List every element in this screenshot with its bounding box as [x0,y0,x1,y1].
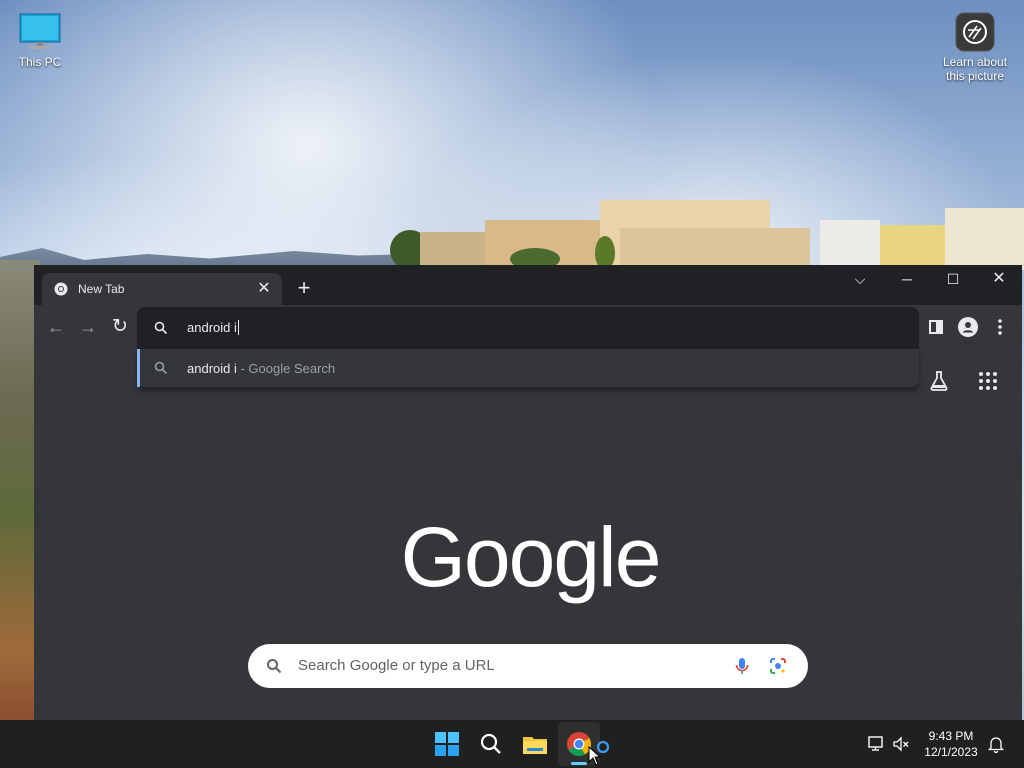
volume-muted-icon[interactable] [891,734,911,754]
tab-close-icon[interactable]: ✕ [254,279,274,299]
clock-date: 12/1/2023 [924,745,978,759]
forward-button[interactable]: → [76,315,100,339]
reload-button[interactable]: ↻ [108,315,132,339]
chrome-window: New Tab ✕ + ⌵ ─ ☐ ✕ ← → ↻ Google Search … [34,265,1022,720]
google-search-box[interactable]: Search Google or type a URL [248,644,808,688]
google-apps-icon[interactable] [976,369,1000,393]
start-windows-icon[interactable] [431,728,463,760]
desktop-icon-this-pc[interactable]: This PC [0,12,80,69]
suggestion-text: android i - Google Search [187,361,336,376]
chrome-active-indicator [571,762,587,765]
desktop-icon-learn-about-picture[interactable]: Learn about this picture [935,12,1015,83]
side-panel-icon[interactable] [924,315,948,339]
clock-time: 9:43 PM [928,729,974,743]
desktop-icon-label: This PC [18,55,62,69]
text-caret [237,320,239,335]
suggestion-subtext: - Google Search [236,361,336,376]
system-clock[interactable]: 9:43 PM 12/1/2023 [916,728,986,760]
omnibox-suggestion-row[interactable]: android i - Google Search [137,349,919,387]
new-tab-button[interactable]: + [292,277,316,301]
maximize-button[interactable]: ☐ [930,265,976,295]
google-lens-icon[interactable] [768,656,788,676]
monitor-icon [19,13,61,49]
suggestion-selected-indicator [137,349,140,387]
search-icon [267,659,282,674]
network-icon[interactable] [866,734,886,754]
chrome-favicon-icon [54,282,68,296]
notification-bell-icon[interactable] [986,734,1006,754]
profile-avatar-icon[interactable] [956,315,980,339]
address-bar[interactable]: android i [137,307,919,349]
tab-title: New Tab [78,282,125,296]
back-button[interactable]: ← [44,315,68,339]
file-explorer-icon[interactable] [519,728,551,760]
tab-search-chevron-icon[interactable]: ⌵ [837,265,883,295]
tab-new-tab[interactable]: New Tab ✕ [42,273,282,305]
desktop-icon-label: Learn about this picture [942,55,1008,83]
search-icon [154,361,168,375]
search-icon [154,321,168,335]
new-tab-page: Google Search Google or type a URL [34,349,1022,720]
minimize-button[interactable]: ─ [884,265,930,295]
close-button[interactable]: ✕ [976,265,1022,295]
search-icon[interactable] [475,728,507,760]
camera-info-icon [955,12,995,52]
voice-search-mic-icon[interactable] [732,656,752,676]
labs-flask-icon[interactable] [927,369,951,393]
address-bar-input[interactable]: android i [187,320,239,335]
town-buildings [390,190,1024,270]
google-logo: Google [400,510,662,604]
more-menu-icon[interactable] [988,315,1012,339]
search-placeholder: Search Google or type a URL [298,657,495,674]
mouse-cursor-icon [588,746,602,766]
title-bar: New Tab ✕ + ⌵ ─ ☐ ✕ [34,265,1022,305]
taskbar: 9:43 PM 12/1/2023 [0,720,1024,768]
